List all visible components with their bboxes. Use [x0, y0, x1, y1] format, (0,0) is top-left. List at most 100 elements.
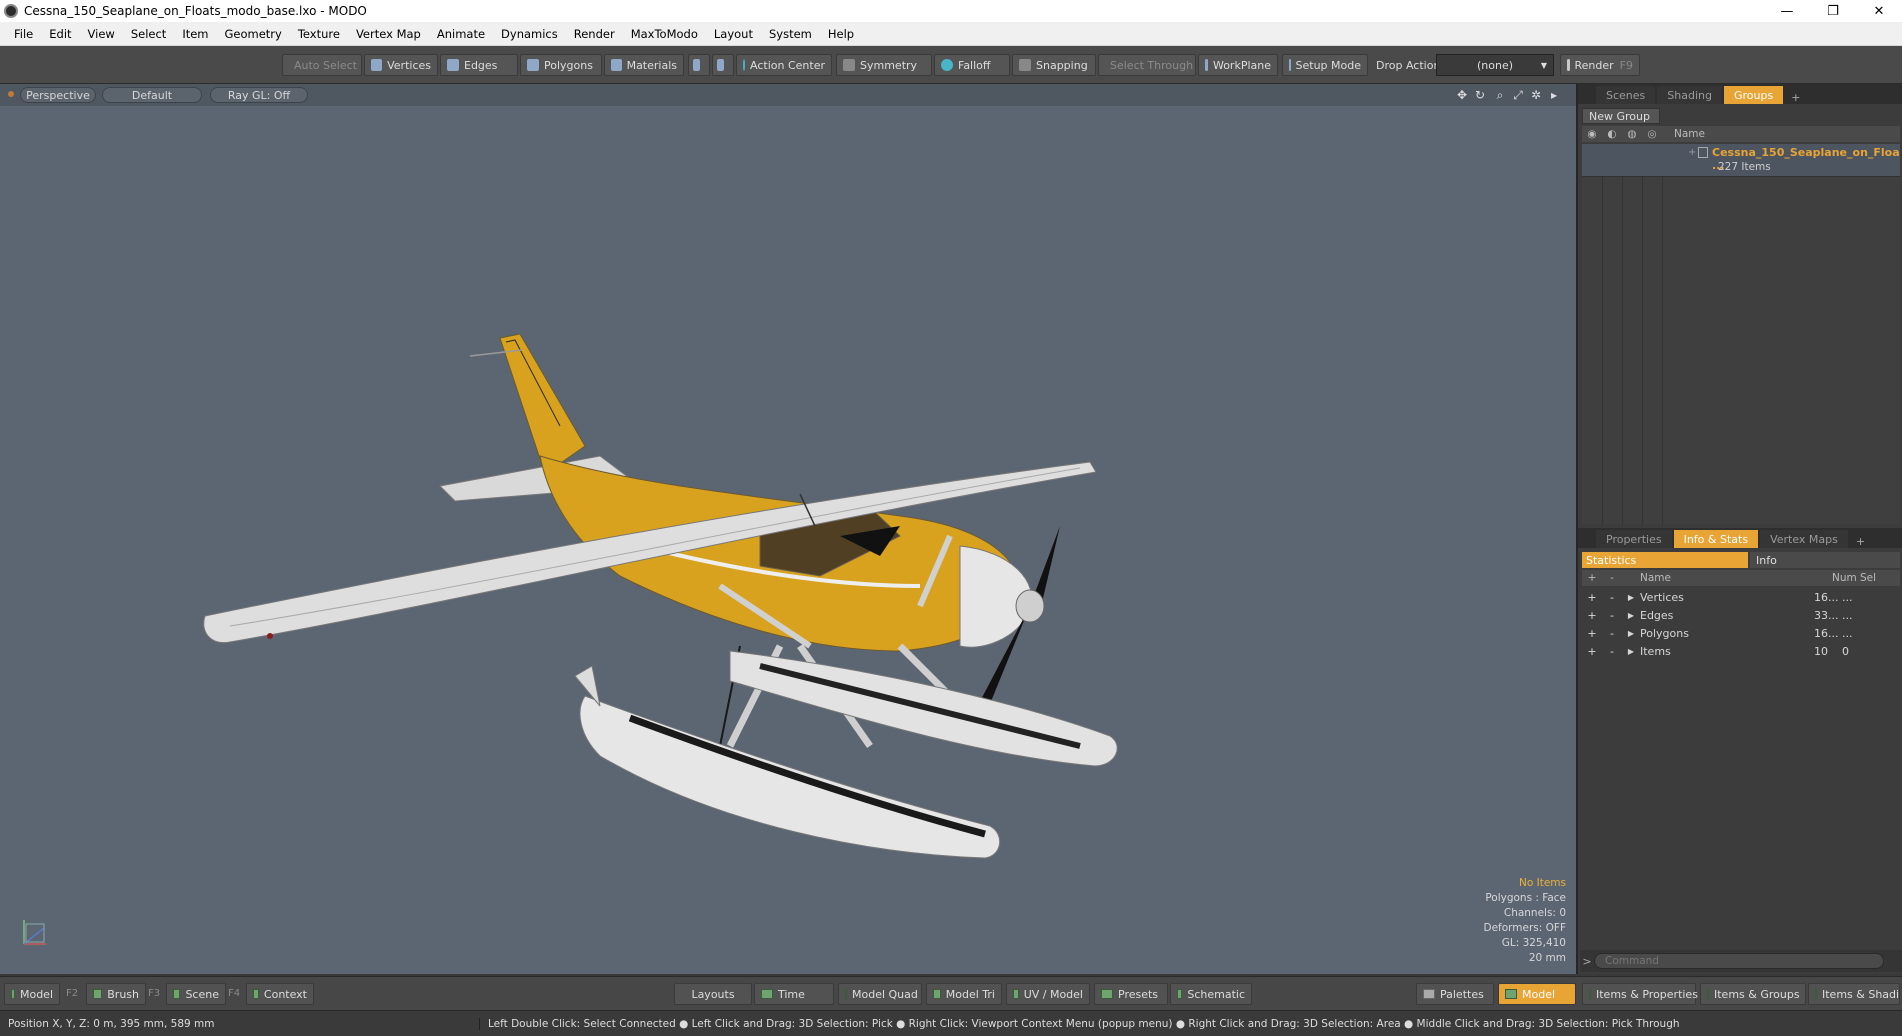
axis-gizmo-icon [23, 920, 46, 945]
time-button[interactable]: Time [754, 983, 834, 1005]
expand-icon[interactable]: + [1688, 147, 1696, 158]
stat-row-items[interactable]: + - ▶ Items 10 0 [1582, 642, 1900, 660]
menu-dynamics[interactable]: Dynamics [493, 27, 566, 41]
items-shading-button[interactable]: Items & Shadin [1808, 983, 1900, 1005]
restore-button[interactable]: ❐ [1810, 0, 1856, 22]
menu-view[interactable]: View [80, 27, 123, 41]
tab-groups[interactable]: Groups [1723, 86, 1784, 104]
remove-icon[interactable]: - [1602, 609, 1622, 622]
tab-vertex-maps[interactable]: Vertex Maps [1760, 530, 1848, 548]
setup-mode-icon [1289, 59, 1291, 71]
menu-edit[interactable]: Edit [41, 27, 79, 41]
remove-icon[interactable]: - [1602, 591, 1622, 604]
auto-select-button[interactable]: Auto Select [282, 54, 362, 76]
presets-icon [1101, 989, 1113, 999]
snapping-button[interactable]: Snapping [1012, 54, 1096, 76]
perspective-button[interactable]: Perspective [20, 87, 96, 103]
select-through-button[interactable]: Select Through [1098, 54, 1196, 76]
new-group-button[interactable]: New Group [1582, 108, 1660, 124]
tab-properties[interactable]: Properties [1596, 530, 1672, 548]
vertices-button[interactable]: Vertices [364, 54, 438, 76]
items-properties-button[interactable]: Items & Properties [1582, 983, 1698, 1005]
viewport-settings-icon[interactable]: ✲ [1530, 89, 1542, 101]
menu-render[interactable]: Render [566, 27, 623, 41]
group-row[interactable]: + Cessna_150_Seaplane_on_Floa ... 227 It… [1582, 144, 1900, 176]
remove-icon[interactable]: - [1602, 645, 1622, 658]
raygl-button[interactable]: Ray GL: Off [210, 87, 308, 103]
add-icon[interactable]: + [1582, 609, 1602, 622]
drop-action-select[interactable]: (none) ▼ [1436, 54, 1554, 76]
right-panel: Scenes Shading Groups + New Group ◉ ◐ ◍ … [1576, 84, 1902, 974]
action-center-button[interactable]: Action Center [736, 54, 832, 76]
model-quad-button[interactable]: Model Quad [838, 983, 922, 1005]
shading-default-button[interactable]: Default [102, 87, 202, 103]
select-mode-a-button[interactable] [688, 54, 710, 76]
seaplane-model[interactable] [0, 106, 1576, 974]
menu-file[interactable]: File [6, 27, 41, 41]
menu-geometry[interactable]: Geometry [217, 27, 290, 41]
close-button[interactable]: ✕ [1856, 0, 1902, 22]
menu-item[interactable]: Item [174, 27, 216, 41]
select-toggle-icon: ◎ [1647, 128, 1657, 140]
pan-icon[interactable]: ✥ [1456, 89, 1468, 101]
expand-arrow-icon[interactable]: ▶ [1622, 611, 1640, 620]
layouts-button[interactable]: Layouts [674, 983, 752, 1005]
expand-arrow-icon[interactable]: ▶ [1622, 647, 1640, 656]
fit-icon[interactable]: ⤢ [1512, 89, 1524, 101]
expand-arrow-icon[interactable]: ▶ [1622, 629, 1640, 638]
context-tab-button[interactable]: Context [246, 983, 314, 1005]
info-subtab[interactable]: Info [1750, 552, 1900, 568]
palettes-button[interactable]: Palettes [1416, 983, 1494, 1005]
model-tri-button[interactable]: Model Tri [926, 983, 1002, 1005]
render-button[interactable]: Render F9 [1560, 54, 1640, 76]
presets-button[interactable]: Presets [1094, 983, 1168, 1005]
zoom-icon[interactable]: ⌕ [1494, 89, 1506, 101]
menu-animate[interactable]: Animate [429, 27, 493, 41]
menu-system[interactable]: System [761, 27, 820, 41]
add-tab-icon[interactable]: + [1850, 535, 1871, 548]
collapse-all-icon[interactable]: - [1602, 572, 1622, 584]
items-groups-button[interactable]: Items & Groups [1700, 983, 1806, 1005]
add-icon[interactable]: + [1582, 645, 1602, 658]
stat-row-polygons[interactable]: + - ▶ Polygons 16... ... [1582, 624, 1900, 642]
stat-row-vertices[interactable]: + - ▶ Vertices 16... ... [1582, 588, 1900, 606]
viewport-indicator-icon [8, 91, 14, 97]
add-icon[interactable]: + [1582, 591, 1602, 604]
rotate-icon[interactable]: ↻ [1474, 89, 1486, 101]
command-input[interactable] [1594, 953, 1884, 969]
menu-help[interactable]: Help [820, 27, 862, 41]
tab-scenes[interactable]: Scenes [1596, 86, 1656, 104]
uv-model-button[interactable]: UV / Model [1006, 983, 1090, 1005]
brush-tab-button[interactable]: Brush [86, 983, 146, 1005]
polygons-button[interactable]: Polygons [520, 54, 602, 76]
tab-shading[interactable]: Shading [1657, 86, 1722, 104]
menu-maxtomodo[interactable]: MaxToModo [623, 27, 706, 41]
model-tab-button[interactable]: Model [4, 983, 60, 1005]
menu-vertex-map[interactable]: Vertex Map [348, 27, 429, 41]
statistics-subtab[interactable]: Statistics [1582, 552, 1748, 568]
select-mode-b-button[interactable] [712, 54, 734, 76]
materials-button[interactable]: Materials [604, 54, 684, 76]
workplane-button[interactable]: WorkPlane [1198, 54, 1278, 76]
minimize-button[interactable]: — [1764, 0, 1810, 22]
scene-tab-button[interactable]: Scene [166, 983, 226, 1005]
palettes-icon [1423, 989, 1435, 999]
add-icon[interactable]: + [1582, 627, 1602, 640]
schematic-button[interactable]: Schematic [1170, 983, 1252, 1005]
model-layout-button[interactable]: Model [1498, 983, 1576, 1005]
menu-layout[interactable]: Layout [706, 27, 761, 41]
stat-row-edges[interactable]: + - ▶ Edges 33... ... [1582, 606, 1900, 624]
setup-mode-button[interactable]: Setup Mode [1282, 54, 1368, 76]
menu-texture[interactable]: Texture [290, 27, 348, 41]
symmetry-button[interactable]: Symmetry [836, 54, 932, 76]
remove-icon[interactable]: - [1602, 627, 1622, 640]
expand-all-icon[interactable]: + [1582, 572, 1602, 584]
edges-button[interactable]: Edges [440, 54, 518, 76]
falloff-button[interactable]: Falloff [934, 54, 1010, 76]
tab-info-stats[interactable]: Info & Stats [1673, 530, 1759, 548]
viewport-arrow-icon[interactable]: ▸ [1548, 89, 1560, 101]
add-tab-icon[interactable]: + [1785, 91, 1806, 104]
expand-arrow-icon[interactable]: ▶ [1622, 593, 1640, 602]
3d-viewport[interactable]: Perspective Default Ray GL: Off ✥ ↻ ⌕ ⤢ … [0, 84, 1576, 974]
menu-select[interactable]: Select [123, 27, 174, 41]
